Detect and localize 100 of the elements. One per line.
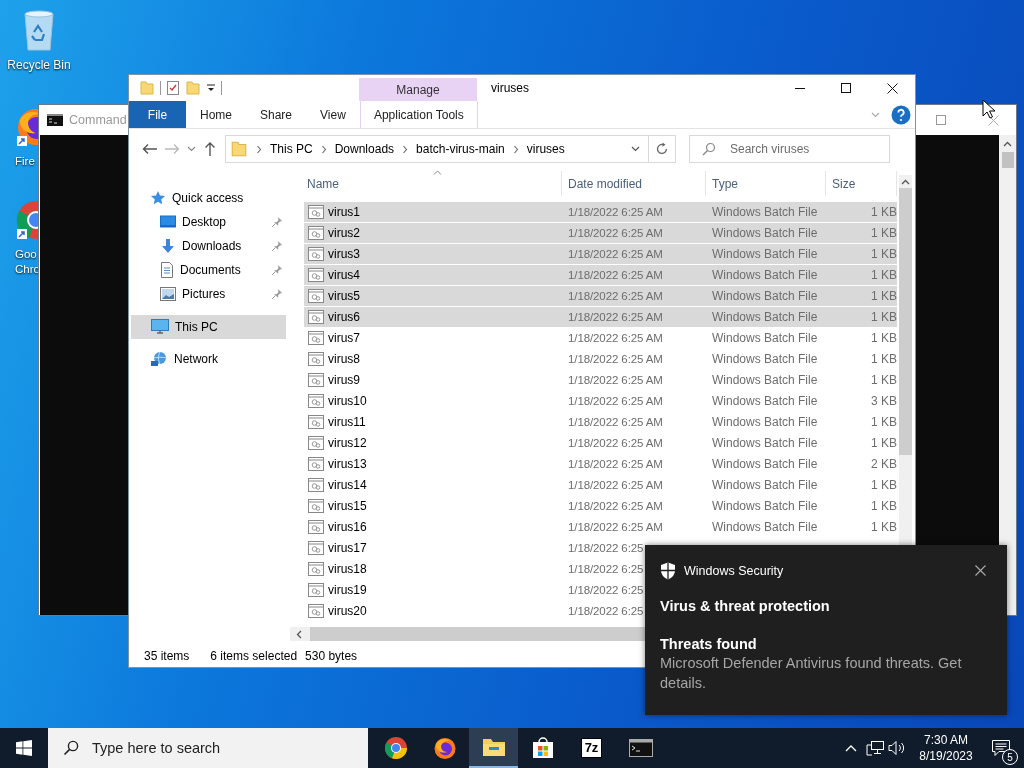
table-cell-text: 1 KB: [870, 226, 897, 240]
nav-item[interactable]: Downloads: [131, 234, 286, 258]
file-menu-tab[interactable]: File: [129, 101, 186, 128]
nav-item[interactable]: This PC: [131, 315, 286, 339]
pin-icon[interactable]: [271, 288, 283, 300]
file-row[interactable]: virus16 1/18/2022 6:25 AM Windows Batch File 1 KB: [304, 517, 897, 538]
scrollbar-thumb[interactable]: [899, 188, 912, 455]
file-row[interactable]: virus8 1/18/2022 6:25 AM Windows Batch File 1 KB: [304, 349, 897, 370]
table-cell-text: 1/18/2022 6:25 AM: [567, 311, 664, 323]
ribbon-tab[interactable]: Share: [246, 101, 307, 128]
file-row[interactable]: virus15 1/18/2022 6:25 AM Windows Batch File 1 KB: [304, 496, 897, 517]
store-bag-icon: [531, 737, 554, 759]
breadcrumb-link[interactable]: batch-virus-main: [416, 142, 505, 156]
column-header[interactable]: Name: [304, 171, 562, 196]
file-name: virus4: [328, 268, 360, 282]
pin-icon[interactable]: [271, 264, 283, 276]
nav-item[interactable]: Quick access: [131, 186, 286, 210]
table-cell-text: Windows Batch File: [711, 289, 819, 303]
nav-item[interactable]: Documents: [131, 258, 286, 282]
breadcrumb-link[interactable]: viruses: [526, 142, 565, 156]
notification-center-button[interactable]: 5: [978, 728, 1024, 768]
file-row[interactable]: virus3 1/18/2022 6:25 AM Windows Batch File 1 KB: [304, 244, 897, 265]
table-cell-text: Windows Batch File: [711, 415, 819, 429]
file-row[interactable]: virus9 1/18/2022 6:25 AM Windows Batch File 1 KB: [304, 370, 897, 391]
notification-heading: Threats found: [660, 636, 758, 652]
table-cell-text: 1/18/2022 6:25 AM: [567, 332, 664, 344]
chrome-icon: [383, 736, 408, 760]
file-name: virus1: [328, 205, 360, 219]
notification-title: Virus & threat protection: [660, 598, 831, 614]
back-arrow-icon: [142, 143, 158, 155]
file-icon: [308, 583, 324, 597]
properties-icon[interactable]: [166, 80, 180, 96]
ribbon-tab[interactable]: Home: [186, 101, 246, 128]
file-icon: [308, 268, 324, 282]
nav-item[interactable]: Network: [131, 347, 286, 371]
clock[interactable]: 7:30 AM 8/19/2023: [914, 728, 978, 768]
file-name: virus5: [328, 289, 360, 303]
file-row[interactable]: virus4 1/18/2022 6:25 AM Windows Batch File 1 KB: [304, 265, 897, 286]
breadcrumb-link[interactable]: Downloads: [334, 142, 395, 156]
file-row[interactable]: virus5 1/18/2022 6:25 AM Windows Batch File 1 KB: [304, 286, 897, 307]
file-icon: [308, 394, 324, 408]
table-cell-text: 1 KB: [870, 436, 897, 450]
window-title: Command: [69, 113, 127, 127]
table-cell-text: 1 KB: [870, 478, 897, 492]
file-name: virus13: [328, 457, 367, 471]
network-icon: [150, 351, 168, 367]
file-row[interactable]: virus14 1/18/2022 6:25 AM Windows Batch File 1 KB: [304, 475, 897, 496]
file-icon: [308, 247, 324, 261]
computer-icon: [151, 319, 169, 335]
taskbar-app-button[interactable]: [469, 728, 518, 768]
taskbar-app-button[interactable]: 7z: [567, 728, 616, 768]
volume-icon[interactable]: [888, 740, 906, 756]
terminal-icon: [47, 114, 63, 126]
status-text: 6 items selected: [210, 649, 298, 663]
window-title: viruses: [491, 81, 529, 95]
help-icon[interactable]: [891, 104, 911, 125]
ribbon-tab[interactable]: View: [306, 101, 360, 128]
table-cell-text: Windows Batch File: [711, 373, 819, 387]
file-name: virus6: [328, 310, 360, 324]
breadcrumb-link[interactable]: This PC: [270, 142, 313, 156]
table-cell-text: 1/18/2022 6:25: [567, 584, 644, 596]
nav-item[interactable]: Desktop: [131, 210, 286, 234]
file-row[interactable]: virus12 1/18/2022 6:25 AM Windows Batch File 1 KB: [304, 433, 897, 454]
address-bar[interactable]: This PC Downloads batch-virus-main viruses: [225, 135, 649, 163]
column-header[interactable]: Type: [706, 171, 826, 196]
file-row[interactable]: virus1 1/18/2022 6:25 AM Windows Batch File 1 KB: [304, 202, 897, 223]
file-row[interactable]: virus7 1/18/2022 6:25 AM Windows Batch File 1 KB: [304, 328, 897, 349]
search-field[interactable]: Search viruses: [689, 135, 890, 163]
table-cell-text: 2 KB: [870, 457, 897, 471]
refresh-button[interactable]: [649, 135, 676, 163]
table-cell-text: Windows Batch File: [711, 331, 819, 345]
file-row[interactable]: virus11 1/18/2022 6:25 AM Windows Batch File 1 KB: [304, 412, 897, 433]
file-name: virus20: [328, 604, 367, 618]
customize-caret-icon[interactable]: [206, 83, 216, 93]
file-row[interactable]: virus10 1/18/2022 6:25 AM Windows Batch File 3 KB: [304, 391, 897, 412]
column-header[interactable]: Size: [826, 171, 897, 196]
table-cell-text: 1/18/2022 6:25: [567, 605, 644, 617]
chevron-icon: [512, 144, 519, 154]
caret-up-icon: [845, 744, 857, 752]
table-cell-text: 1 KB: [870, 373, 897, 387]
scrollbar-thumb[interactable]: [1001, 152, 1014, 168]
nav-item[interactable]: Pictures: [131, 282, 286, 306]
file-row[interactable]: virus2 1/18/2022 6:25 AM Windows Batch File 1 KB: [304, 223, 897, 244]
picture-icon: [160, 287, 176, 301]
network-icon[interactable]: [866, 740, 884, 756]
pin-icon[interactable]: [271, 240, 283, 252]
column-header[interactable]: Date modified: [562, 171, 706, 196]
up-arrow-icon: [204, 141, 216, 157]
chevron-icon: [256, 144, 262, 154]
search-field[interactable]: Type here to search: [48, 728, 368, 768]
close-icon: [987, 114, 999, 126]
file-row[interactable]: virus13 1/18/2022 6:25 AM Windows Batch File 2 KB: [304, 454, 897, 475]
pin-icon[interactable]: [271, 216, 283, 228]
table-cell-text: 1/18/2022 6:25 AM: [567, 416, 664, 428]
file-icon: [308, 352, 324, 366]
windows-logo-icon: [16, 740, 32, 756]
file-row[interactable]: virus6 1/18/2022 6:25 AM Windows Batch File 1 KB: [304, 307, 897, 328]
table-cell-text: Windows Batch File: [711, 436, 819, 450]
dropdown-icon[interactable]: [631, 146, 640, 152]
file-icon: [308, 310, 324, 324]
